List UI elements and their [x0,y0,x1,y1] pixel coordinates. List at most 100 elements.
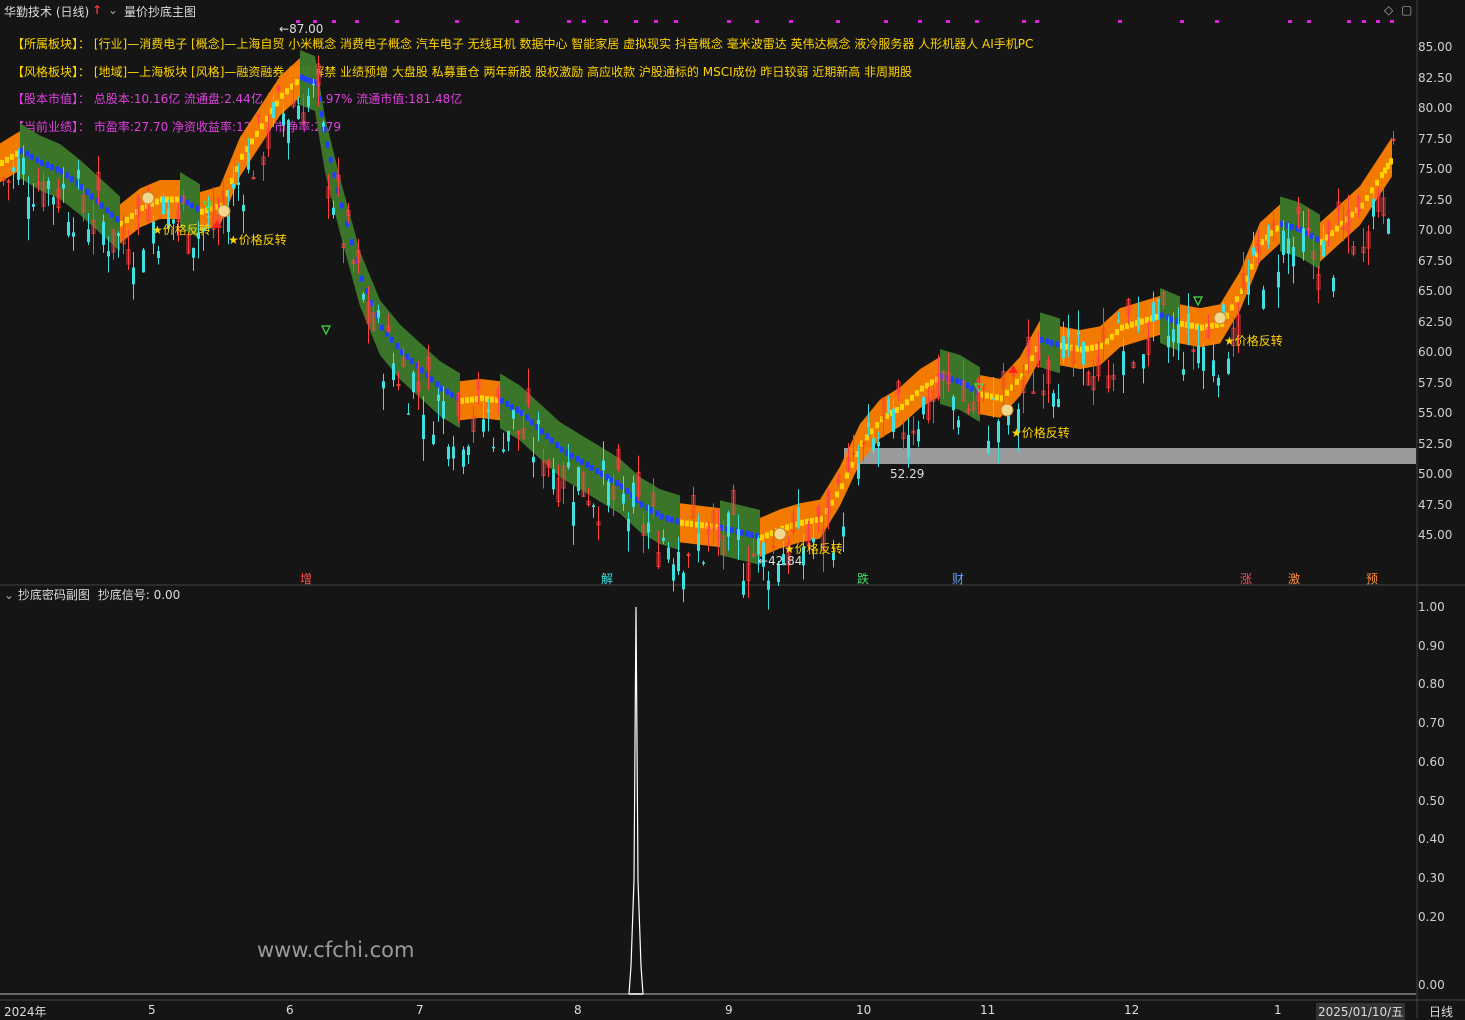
sub-y-tick-label: 0.60 [1418,754,1445,769]
trend-step [1375,179,1379,186]
candle-body [62,183,65,189]
signal-dots [296,20,1394,23]
candle-body [1262,289,1265,309]
sub-y-tick-label: 1.00 [1418,600,1445,614]
candle-body [567,462,570,468]
candle-body [247,152,250,170]
event-marker[interactable]: 激 [1288,570,1300,587]
signal-dot [1288,20,1292,23]
trend-step [125,216,129,223]
trend-step [1210,322,1214,329]
candle-body [32,204,35,207]
trend-step [185,199,189,206]
x-label: 5 [148,1003,156,1017]
candle-body [702,562,705,564]
signal-text: ★价格反转 [1011,426,1070,440]
period-label[interactable]: 日线 [1429,1003,1453,1020]
candle-body [767,580,770,590]
trend-step [1050,339,1054,346]
trend-step [390,336,394,343]
candle-body [872,438,875,451]
trend-step [195,205,199,212]
candle-body [892,408,895,432]
y-tick-label: 82.50 [1418,70,1453,85]
candle-body [507,430,510,442]
trend-step [1350,211,1354,218]
candle-body [492,446,495,449]
chart-canvas[interactable] [0,0,1465,1018]
signal-text: ★价格反转 [784,542,843,556]
event-marker[interactable]: 财 [952,570,964,587]
event-marker[interactable]: 解 [601,570,613,587]
candle-body [592,505,595,507]
candle-body [1332,277,1335,292]
candle-body [1142,354,1145,369]
event-marker[interactable]: 涨 [1240,570,1252,587]
candle-body [1082,341,1085,365]
x-label: 7 [416,1003,424,1017]
candle-body [922,396,925,415]
event-marker[interactable]: 增 [300,570,312,587]
trend-step [0,159,4,166]
event-marker[interactable]: 跌 [857,570,869,587]
candle-body [412,372,415,393]
sub-panel-title: ⌄ 抄底密码副图 抄底信号: 0.00 [4,586,180,603]
trend-step [585,461,589,468]
signal-dot [634,20,638,23]
trend-step [240,153,244,160]
trend-step [445,388,449,395]
trend-step [340,202,344,209]
signal-text: ★价格反转 [1224,334,1283,348]
candle-body [552,469,555,490]
sub-title-text[interactable]: 抄底密码副图 [18,588,90,602]
candle-body [842,526,845,537]
trend-step [955,377,959,384]
signal-dot [1307,20,1311,23]
trend-step [545,432,549,439]
trend-step [1120,324,1124,331]
candle-body [382,381,385,389]
trend-step [900,403,904,410]
trend-step [700,522,704,529]
candle-body [1387,218,1390,234]
signal-dot [455,20,459,23]
candle-body [1302,228,1305,252]
candle-body [1052,393,1055,407]
trend-step [1085,345,1089,352]
dropdown-icon[interactable]: ⌄ [4,588,14,602]
candle-body [957,420,960,428]
trend-step [350,239,354,246]
candle-body [162,196,165,215]
trend-step [90,193,94,200]
x-label: 2024年 [4,1005,47,1019]
signal-dot [395,20,399,23]
candle-body [1282,230,1285,255]
trend-step [1260,239,1264,246]
sub-y-tick-label: 0.80 [1418,677,1445,692]
trend-step [1180,320,1184,327]
trend-step [910,394,914,401]
trend-step [1315,236,1319,243]
candle-body [1212,360,1215,376]
trend-step [110,211,114,218]
trend-step [1130,321,1134,328]
candle-body [432,434,435,445]
trend-step [740,529,744,536]
signal-dot [1022,20,1026,23]
candle-body [987,440,990,453]
candle-body [1372,198,1375,217]
candle-body [422,414,425,440]
event-marker[interactable]: 预 [1366,570,1378,587]
high-label: ←87.00 [279,22,324,36]
y-tick-label: 85.00 [1418,40,1453,54]
signal-dot [567,20,571,23]
candle-body [392,363,395,381]
trend-step [550,437,554,444]
trend-step [745,530,749,537]
sub-y-tick-label: 0.20 [1418,909,1445,924]
trend-step [100,202,104,209]
candle-body [667,547,670,560]
candle-body [12,167,15,172]
y-tick-label: 50.00 [1418,467,1453,481]
candle-body [627,519,630,532]
